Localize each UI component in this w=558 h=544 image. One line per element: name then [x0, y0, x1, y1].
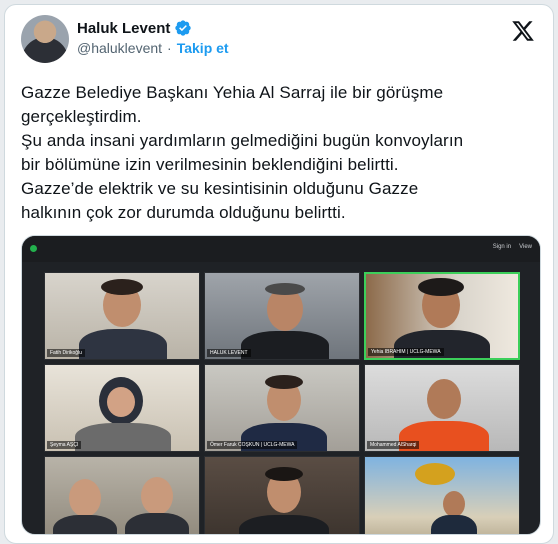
video-tile: Şeyma AŞÇI [44, 364, 200, 452]
security-shield-icon [30, 245, 37, 252]
video-tile: Ömer Faruk COŞKUN | UCLG-MEWA [204, 364, 360, 452]
video-tile: HALUK LEVENT [204, 272, 360, 360]
zoom-top-controls: Sign in View [493, 244, 532, 250]
video-tile [364, 456, 520, 534]
name-row: Haluk Levent [77, 19, 229, 37]
tile-label: HALUK LEVENT [207, 349, 251, 357]
tile-label: Şeyma AŞÇI [47, 441, 82, 449]
handle-row: @haluklevent · Takip et [77, 40, 229, 56]
video-tile: Mohammed AlSharqi [364, 364, 520, 452]
separator-dot: · [167, 40, 172, 56]
display-name[interactable]: Haluk Levent [77, 20, 170, 37]
tile-label: Yehia IBRAHIM | UCLG-MEWA [368, 348, 444, 356]
follow-button[interactable]: Takip et [177, 40, 229, 56]
video-tile: Fatih Dirikoğlu [44, 272, 200, 360]
zoom-view-label: View [519, 244, 532, 250]
author-info: Haluk Levent @haluklevent · Takip et [77, 19, 229, 57]
tweet-card: Haluk Levent @haluklevent · Takip et Gaz… [4, 4, 554, 544]
zoom-signin-label: Sign in [492, 244, 512, 250]
x-logo-icon[interactable] [511, 19, 535, 43]
tweet-text: Gazze Belediye Başkanı Yehia Al Sarraj i… [21, 83, 464, 222]
video-tile [44, 456, 200, 534]
tile-label: Fatih Dirikoğlu [47, 349, 85, 357]
video-tile-active: Yehia IBRAHIM | UCLG-MEWA [364, 272, 520, 360]
video-tile [204, 456, 360, 534]
verified-badge-icon [175, 20, 192, 36]
tweet-header: Haluk Levent @haluklevent · Takip et [5, 5, 553, 73]
avatar[interactable] [21, 15, 69, 63]
tile-label: Ömer Faruk COŞKUN | UCLG-MEWA [207, 441, 298, 449]
handle[interactable]: @haluklevent [77, 40, 162, 56]
tile-label: Mohammed AlSharqi [367, 441, 420, 449]
tweet-media[interactable]: Sign in View Fatih Dirikoğlu HALUK LEVEN… [21, 235, 541, 535]
zoom-toolbar: Sign in View [22, 236, 540, 262]
